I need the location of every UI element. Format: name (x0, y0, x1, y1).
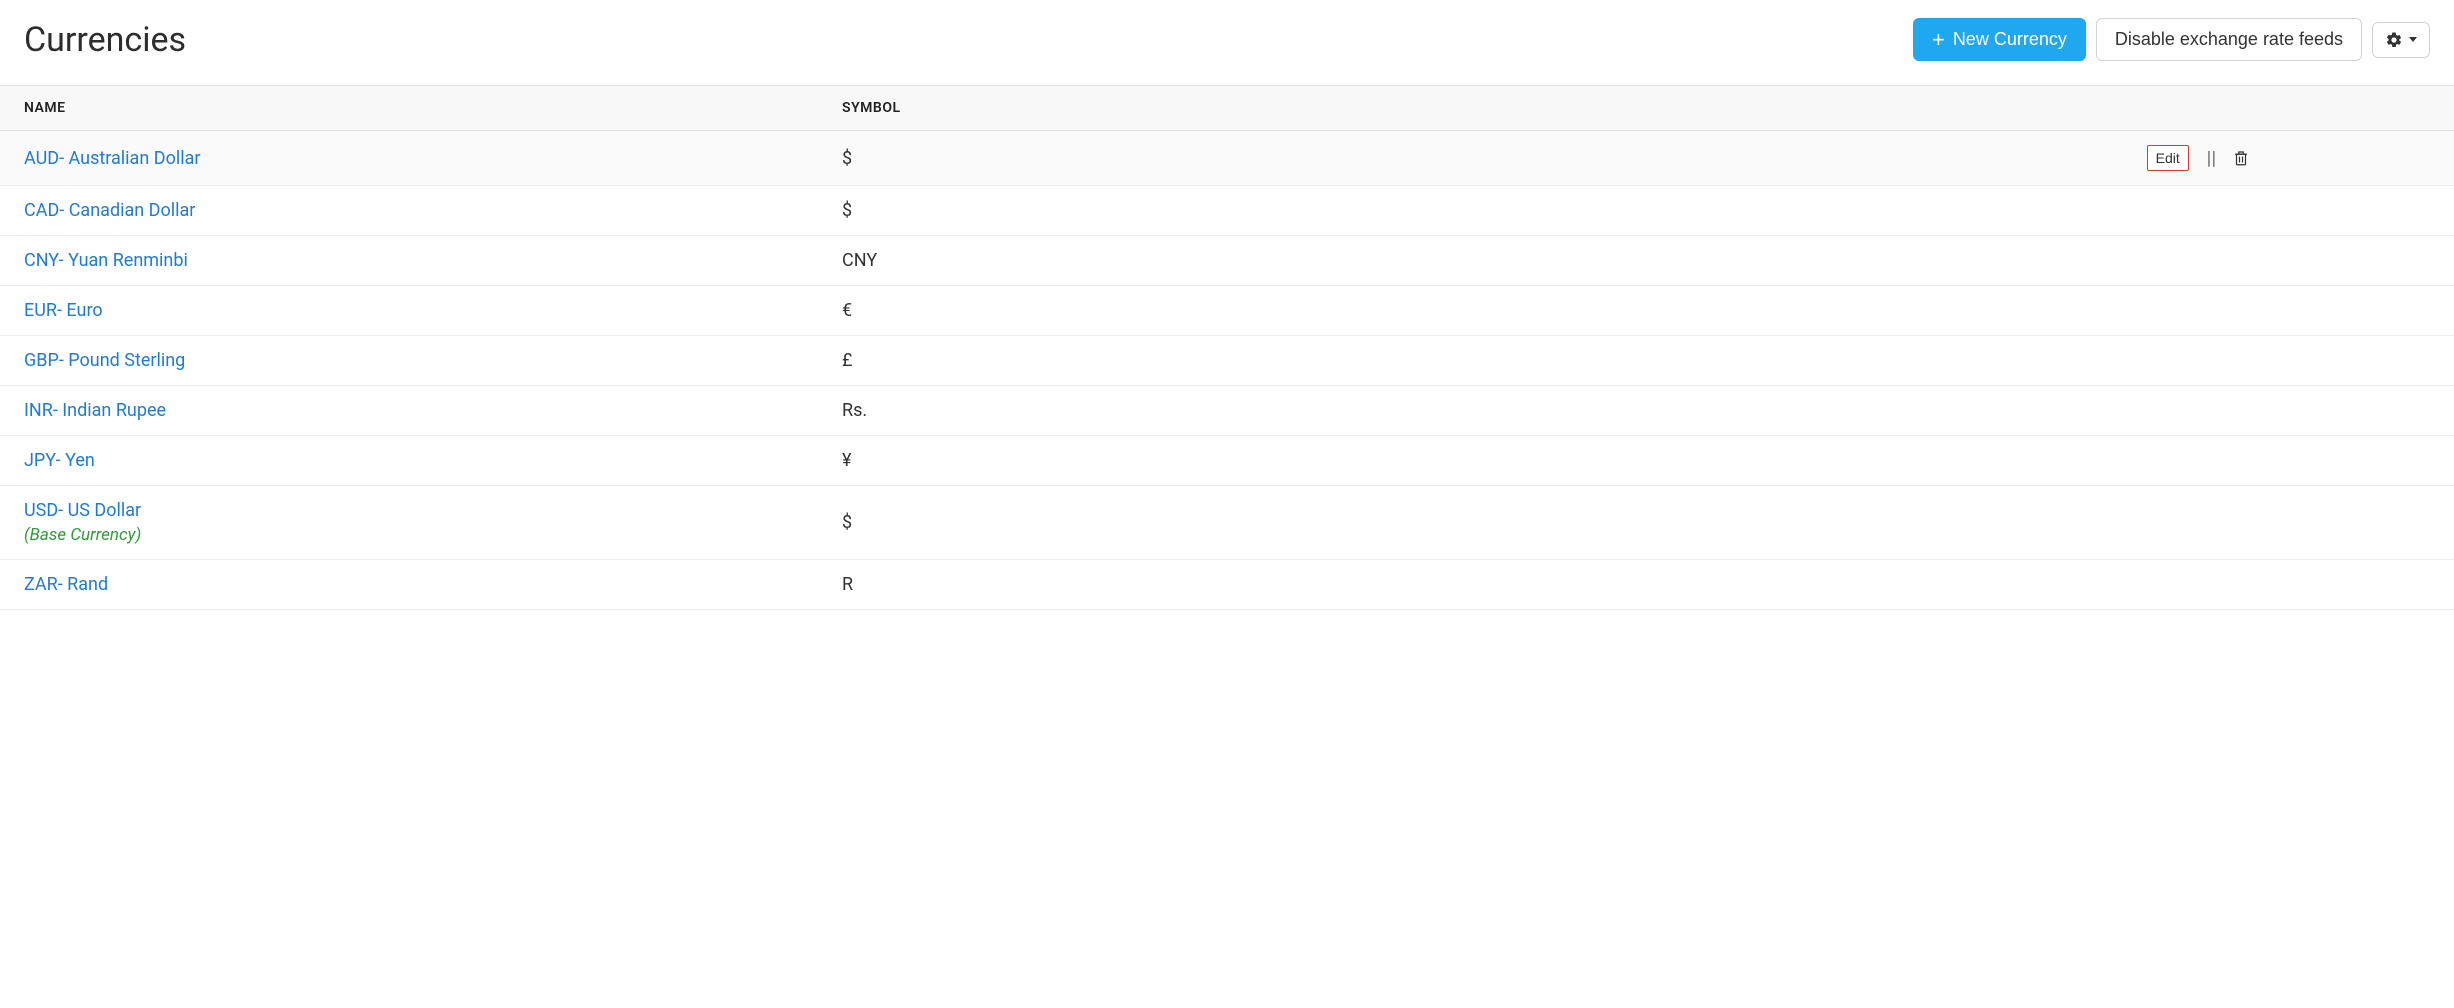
currency-name-link[interactable]: CAD- Canadian Dollar (24, 200, 842, 221)
currency-symbol: $ (842, 200, 852, 221)
table-row: JPY- Yen¥ (0, 436, 2454, 486)
gear-icon (2385, 31, 2403, 49)
currency-name-link[interactable]: USD- US Dollar (24, 500, 842, 521)
column-header-name: NAME (24, 100, 842, 116)
table-row: USD- US Dollar (Base Currency)$ (0, 486, 2454, 560)
currency-symbol: £ (842, 350, 852, 371)
column-header-symbol: SYMBOL (842, 100, 1949, 116)
currency-name-link[interactable]: CNY- Yuan Renminbi (24, 250, 842, 271)
currency-symbol: $ (842, 148, 852, 169)
currency-symbol: R (842, 574, 853, 595)
currency-symbol: ¥ (842, 450, 851, 471)
table-row: CNY- Yuan RenminbiCNY (0, 236, 2454, 286)
edit-button[interactable]: Edit (2147, 145, 2189, 171)
currency-name-link[interactable]: GBP- Pound Sterling (24, 350, 842, 371)
currency-name-link[interactable]: ZAR- Rand (24, 574, 842, 595)
plus-icon: + (1932, 29, 1945, 51)
table-row: EUR- Euro€ (0, 286, 2454, 336)
table-row: AUD- Australian Dollar$ Edit | | (0, 131, 2454, 186)
delete-button[interactable] (2232, 148, 2250, 168)
currency-symbol: CNY (842, 250, 877, 271)
page-title: Currencies (24, 20, 186, 60)
settings-menu-button[interactable] (2372, 22, 2430, 58)
currency-symbol: $ (842, 512, 852, 533)
currency-name-link[interactable]: AUD- Australian Dollar (24, 148, 842, 169)
new-currency-label: New Currency (1953, 27, 2067, 52)
currency-name-link[interactable]: INR- Indian Rupee (24, 400, 842, 421)
currency-symbol: € (842, 300, 852, 321)
currencies-table: NAME SYMBOL AUD- Australian Dollar$Edit|… (0, 85, 2454, 610)
table-row: ZAR- RandR (0, 560, 2454, 610)
caret-down-icon (2409, 37, 2417, 42)
table-row: INR- Indian RupeeRs. (0, 386, 2454, 436)
page-header: Currencies + New Currency Disable exchan… (0, 0, 2454, 85)
currency-symbol: Rs. (842, 400, 867, 421)
table-header-row: NAME SYMBOL (0, 85, 2454, 131)
header-actions: + New Currency Disable exchange rate fee… (1913, 18, 2430, 61)
table-row: CAD- Canadian Dollar$ (0, 186, 2454, 236)
table-row: GBP- Pound Sterling£ (0, 336, 2454, 386)
disable-feeds-label: Disable exchange rate feeds (2115, 27, 2343, 52)
base-currency-label: (Base Currency) (24, 525, 842, 545)
divider-icon: | | (2207, 148, 2214, 169)
currency-name-link[interactable]: JPY- Yen (24, 450, 842, 471)
currency-name-link[interactable]: EUR- Euro (24, 300, 842, 321)
disable-feeds-button[interactable]: Disable exchange rate feeds (2096, 18, 2362, 61)
trash-icon (2232, 148, 2250, 168)
new-currency-button[interactable]: + New Currency (1913, 18, 2086, 61)
